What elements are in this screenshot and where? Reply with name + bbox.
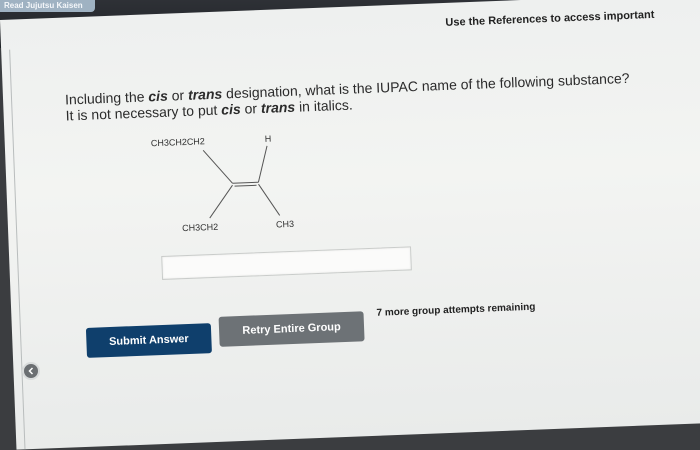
browser-tab-label: Read Jujutsu Kaisen <box>4 1 83 10</box>
double-bond-b <box>234 184 257 187</box>
substituent-bottom-left: CH3CH2 <box>182 222 218 233</box>
double-bond-a <box>232 181 259 184</box>
bond-bottom-left <box>209 184 233 219</box>
answer-input[interactable] <box>161 246 412 280</box>
chevron-left-icon <box>28 367 34 375</box>
left-divider <box>9 49 26 450</box>
back-arrow-button[interactable] <box>22 362 40 380</box>
assignment-page: Use the References to access important I… <box>0 0 700 450</box>
molecule-structure: CH3CH2CH2 H CH3CH2 CH3 <box>144 126 318 247</box>
substituent-top-right: H <box>265 134 272 144</box>
browser-tab[interactable]: Read Jujutsu Kaisen <box>0 0 95 12</box>
question-text: Including the cis or trans designation, … <box>65 70 631 124</box>
substituent-top-left: CH3CH2CH2 <box>151 136 205 148</box>
substituent-bottom-right: CH3 <box>276 219 294 230</box>
bond-top-left <box>202 149 233 184</box>
alkene-skeleton: CH3CH2CH2 H CH3CH2 CH3 <box>151 134 295 233</box>
references-notice: Use the References to access important <box>445 8 655 29</box>
retry-entire-group-button[interactable]: Retry Entire Group <box>218 311 365 347</box>
attempts-remaining: 7 more group attempts remaining <box>376 301 536 319</box>
bond-bottom-right <box>258 183 281 216</box>
submit-answer-button[interactable]: Submit Answer <box>85 323 212 358</box>
bond-top-right <box>257 145 268 183</box>
